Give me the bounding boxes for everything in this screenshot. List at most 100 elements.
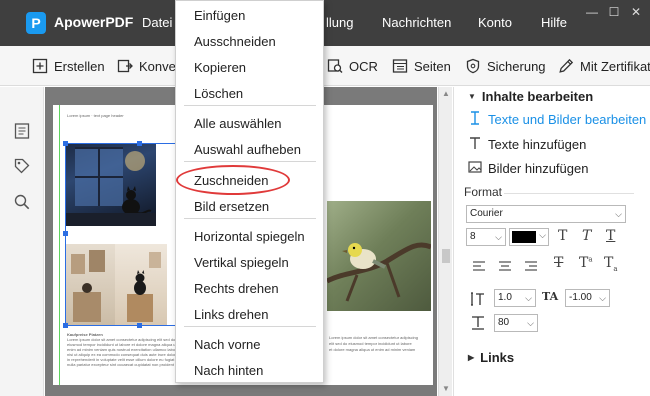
selection-handle[interactable] [63, 323, 68, 328]
scroll-thumb[interactable] [442, 249, 450, 263]
edit-panel: ▼ Inhalte bearbeiten Texte und Bilder be… [453, 87, 650, 396]
chevron-down-icon: ⌵ [539, 230, 546, 240]
context-menu: Einfügen Ausschneiden Kopieren Löschen A… [175, 0, 324, 383]
selection-handle[interactable] [63, 231, 68, 236]
security-button[interactable]: Sicherung [465, 56, 546, 76]
links-section-toggle[interactable]: ▶ Links [468, 350, 514, 365]
text-color-picker[interactable]: ⌵ [509, 228, 549, 246]
align-right-icon[interactable] [524, 259, 538, 271]
line-spacing-select[interactable]: 1.0 ⌵ [494, 289, 536, 307]
menu-item-paste[interactable]: Einfügen [194, 8, 245, 23]
add-text-option[interactable]: Texte hinzufügen [468, 135, 586, 154]
shield-icon [465, 58, 481, 74]
menu-konto[interactable]: Konto [478, 15, 512, 30]
left-sidebar [0, 87, 44, 396]
selection-frame[interactable] [65, 143, 179, 326]
app-logo-icon: P [26, 12, 46, 34]
strikethrough-icon[interactable]: T [554, 255, 563, 271]
color-swatch [512, 231, 536, 243]
selection-handle[interactable] [137, 323, 142, 328]
menu-datei[interactable]: Datei [142, 15, 172, 30]
pages-button[interactable]: Seiten [392, 56, 451, 76]
chevron-down-icon: ⌵ [527, 318, 534, 328]
menu-item-rotate-right[interactable]: Rechts drehen [194, 281, 279, 296]
certify-button[interactable]: Mit Zertifikat [558, 56, 650, 76]
menu-item-select-all[interactable]: Alle auswählen [194, 116, 281, 131]
links-label: Links [480, 350, 515, 365]
font-family-select[interactable]: Courier ⌵ [466, 205, 626, 223]
format-section-label: Format [464, 185, 503, 199]
caption-line: nulla pariatur excepteur sint occaecat c… [67, 362, 174, 367]
caret-right-icon: ▶ [468, 353, 475, 362]
edit-text-images-option[interactable]: Texte und Bilder bearbeiten [468, 110, 646, 129]
vertical-scrollbar[interactable]: ▲ ▼ [438, 87, 452, 396]
scroll-down-icon[interactable]: ▼ [442, 385, 450, 393]
scale-icon [470, 315, 486, 334]
menu-nachrichten[interactable]: Nachrichten [382, 15, 451, 30]
line-spacing-value: 1.0 [498, 292, 512, 303]
text-cursor-icon [468, 110, 482, 129]
menu-item-delete[interactable]: Löschen [194, 86, 243, 101]
align-left-icon[interactable] [472, 259, 486, 271]
font-size-select[interactable]: 8 ⌵ [466, 228, 506, 246]
close-button[interactable]: ✕ [626, 4, 646, 20]
scale-select[interactable]: 80 ⌵ [494, 314, 538, 332]
menu-item-send-backward[interactable]: Nach hinten [194, 363, 263, 378]
pages-label: Seiten [414, 58, 451, 74]
char-spacing-value: -1.00 [569, 292, 592, 303]
security-label: Sicherung [487, 58, 546, 74]
menu-item-crop[interactable]: Zuschneiden [194, 173, 268, 188]
toolbar: Erstellen Konve OCR Seiten Sicherung Mit… [0, 46, 650, 86]
scroll-up-icon[interactable]: ▲ [442, 90, 450, 98]
text-style-italic-icon[interactable]: T [582, 228, 591, 244]
ocr-button[interactable]: OCR [327, 56, 378, 76]
align-center-icon[interactable] [498, 259, 512, 271]
chevron-down-icon: ⌵ [495, 232, 502, 242]
right-caption-line: elit sed do eiusmod tempor incididunt ut… [329, 341, 412, 346]
text-style-underline-icon[interactable]: T [606, 228, 615, 244]
menu-item-bring-forward[interactable]: Nach vorne [194, 337, 260, 352]
add-images-option[interactable]: Bilder hinzufügen [468, 160, 588, 177]
menu-darstellung[interactable]: llung [326, 15, 353, 30]
menu-item-rotate-left[interactable]: Links drehen [194, 307, 268, 322]
search-icon[interactable] [13, 193, 31, 211]
scale-value: 80 [498, 317, 510, 328]
title-bar: P ApowerPDF Datei llung Nachrichten Kont… [0, 0, 650, 46]
menu-item-deselect[interactable]: Auswahl aufheben [194, 142, 301, 157]
font-family-value: Courier [470, 208, 503, 219]
menu-item-flip-vertical[interactable]: Vertikal spiegeln [194, 255, 289, 270]
thumbnails-icon[interactable] [13, 122, 31, 140]
minimize-button[interactable]: — [582, 4, 602, 20]
char-spacing-icon: TA [542, 290, 559, 303]
menu-item-flip-horizontal[interactable]: Horizontal spiegeln [194, 229, 305, 244]
menu-item-replace-image[interactable]: Bild ersetzen [194, 199, 269, 214]
create-label: Erstellen [54, 58, 105, 74]
text-style-normal-icon[interactable]: T [558, 228, 567, 244]
menu-separator [184, 326, 316, 327]
menu-item-copy[interactable]: Kopieren [194, 60, 246, 75]
right-caption-line: Lorem ipsum dolor sit amet consectetur a… [329, 335, 418, 340]
selection-handle[interactable] [137, 141, 142, 146]
image-bird-branch[interactable] [327, 201, 431, 311]
font-size-value: 8 [470, 231, 476, 242]
menu-item-cut[interactable]: Ausschneiden [194, 34, 276, 49]
app-name: ApowerPDF [54, 14, 134, 30]
panel-header[interactable]: ▼ Inhalte bearbeiten [468, 89, 593, 104]
maximize-button[interactable]: ☐ [604, 4, 624, 20]
format-divider [504, 193, 634, 194]
char-spacing-select[interactable]: -1.00 ⌵ [565, 289, 610, 307]
create-button[interactable]: Erstellen [32, 56, 105, 76]
page-header-text: Lorem ipsum · text page header [67, 113, 124, 118]
menu-hilfe[interactable]: Hilfe [541, 15, 567, 30]
ocr-scan-icon [327, 58, 343, 74]
ocr-label: OCR [349, 58, 378, 74]
bookmark-tag-icon[interactable] [13, 157, 31, 175]
chevron-down-icon: ⌵ [599, 293, 606, 303]
subscript-icon[interactable]: Ta [604, 255, 618, 273]
superscript-icon[interactable]: Ta [579, 255, 593, 271]
text-t-icon [468, 135, 482, 154]
menu-separator [184, 105, 316, 106]
convert-button[interactable]: Konve [117, 56, 176, 76]
selection-handle[interactable] [63, 141, 68, 146]
panel-header-label: Inhalte bearbeiten [481, 89, 594, 104]
